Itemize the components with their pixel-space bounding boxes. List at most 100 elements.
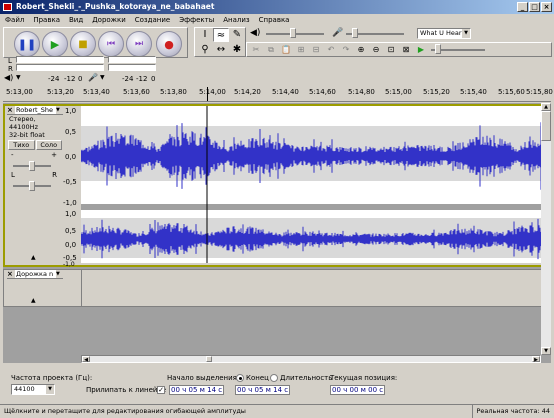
length-radio[interactable] — [270, 374, 278, 382]
play-button[interactable]: ▶ — [42, 31, 68, 57]
copy-icon[interactable]: ⧉ — [264, 43, 278, 56]
zoom-out-icon[interactable]: ⊖ — [369, 43, 383, 56]
gain-slider-thumb[interactable] — [29, 161, 35, 171]
skip-end-button[interactable]: ⏭ — [126, 31, 152, 57]
input-volume-thumb[interactable] — [352, 28, 358, 38]
menu-help[interactable]: Справка — [259, 14, 290, 26]
meter-out-l-label: L — [8, 57, 12, 65]
label-track-area[interactable] — [81, 270, 549, 306]
ruler-label: 5:13,40 — [83, 88, 110, 96]
play-speed-thumb[interactable] — [435, 43, 441, 54]
menu-analyze[interactable]: Анализ — [223, 14, 249, 26]
scale-label: -1,0 — [63, 261, 75, 268]
ruler-label: 5:14,60 — [309, 88, 336, 96]
pause-button[interactable]: ❚❚ — [14, 31, 40, 57]
meter-scale-c: 0 — [78, 75, 83, 83]
mute-button[interactable]: Тихо — [8, 140, 35, 150]
output-meter-l — [16, 56, 104, 63]
input-meter-l — [108, 56, 156, 63]
input-device-select[interactable]: What U Hear ▼ — [417, 28, 471, 39]
output-volume-thumb[interactable] — [290, 28, 296, 38]
multi-tool-icon[interactable]: ✱ — [229, 43, 245, 57]
fit-selection-icon[interactable]: ⊡ — [384, 43, 398, 56]
mic-meter-dropdown-icon[interactable]: ▼ — [100, 74, 105, 81]
selection-start-field[interactable]: 00 ч 05 м 14 с — [169, 385, 225, 395]
menu-file[interactable]: Файл — [5, 14, 24, 26]
vertical-scrollbar[interactable]: ▲ ▼ — [541, 103, 551, 355]
meter-scale-e: -12 — [136, 75, 148, 83]
audio-position-field[interactable]: 00 ч 00 м 00 с — [330, 385, 386, 395]
trim-icon[interactable]: ⊞ — [294, 43, 308, 56]
silence-icon[interactable]: ⊟ — [309, 43, 323, 56]
collapse-label-track-icon[interactable]: ▲ — [31, 297, 36, 304]
waveform-view[interactable] — [81, 106, 549, 263]
vertical-scroll-thumb[interactable] — [541, 111, 551, 141]
label-track-menu-chevron-icon[interactable]: ▼ — [56, 271, 63, 277]
scale-label: 0,5 — [65, 227, 77, 235]
gain-slider[interactable] — [7, 161, 63, 171]
track-name-button[interactable]: Robert_She — [15, 106, 56, 114]
close-button[interactable]: × — [541, 2, 552, 12]
minimize-button[interactable]: _ — [517, 2, 528, 12]
status-bar: Щёлкните и перетащите для редактирования… — [0, 404, 554, 418]
ruler-label: 5:15,20 — [423, 88, 450, 96]
end-radio[interactable] — [236, 374, 244, 382]
pan-right-label: R — [52, 171, 57, 179]
project-rate-select[interactable]: 44100 ▼ — [11, 384, 55, 395]
scale-label: 0,5 — [65, 128, 77, 136]
selection-end-field[interactable]: 00 ч 05 м 14 с — [235, 385, 291, 395]
zoom-in-icon[interactable]: ⊕ — [354, 43, 368, 56]
play-speed-slider[interactable] — [431, 43, 485, 54]
envelope-tool-icon[interactable]: ≈ — [213, 28, 229, 42]
horizontal-scrollbar[interactable]: ◀ ▶ — [81, 355, 541, 363]
pause-icon: ❚❚ — [17, 37, 37, 51]
pan-slider[interactable] — [7, 181, 63, 191]
label-track-name-button[interactable]: Дорожка n — [15, 270, 56, 278]
gain-minus-label: - — [11, 151, 14, 159]
snap-label: Прилипать к линейке — [86, 386, 167, 394]
timeline-ruler[interactable]: 5:13,00 5:13,20 5:13,40 5:13,60 5:13,80 … — [3, 87, 553, 102]
stop-button[interactable]: ■ — [70, 31, 96, 57]
timeshift-tool-icon[interactable]: ↔ — [213, 43, 229, 57]
amplitude-scale: 1,0 0,5 0,0 -0,5 -1,0 1,0 0,5 0,0 -0,5 -… — [63, 106, 81, 268]
ruler-label: 5:14,80 — [348, 88, 375, 96]
maximize-button[interactable]: □ — [529, 2, 540, 12]
menu-effects[interactable]: Эффекты — [179, 14, 214, 26]
draw-tool-icon[interactable]: ✎ — [229, 28, 245, 42]
scroll-down-icon[interactable]: ▼ — [541, 347, 551, 355]
skip-end-icon: ⏭ — [134, 39, 144, 49]
meter-dropdown-icon[interactable]: ▼ — [16, 74, 21, 81]
scroll-left-icon[interactable]: ◀ — [82, 356, 90, 363]
track-close-icon[interactable]: × — [7, 106, 15, 114]
selection-tool-icon[interactable]: I — [197, 28, 213, 42]
ruler-label: 5:14,20 — [234, 88, 261, 96]
play-at-speed-icon[interactable]: ▶ — [414, 43, 428, 56]
scroll-right-icon[interactable]: ▶ — [532, 356, 540, 363]
skip-start-button[interactable]: ⏮ — [98, 31, 124, 57]
horizontal-scroll-thumb[interactable] — [206, 356, 212, 362]
menu-edit[interactable]: Правка — [33, 14, 60, 26]
redo-icon[interactable]: ↷ — [339, 43, 353, 56]
pan-slider-thumb[interactable] — [29, 181, 35, 191]
menu-view[interactable]: Вид — [69, 14, 83, 26]
record-button[interactable]: ● — [156, 31, 182, 57]
paste-icon[interactable]: 📋 — [279, 43, 293, 56]
fit-project-icon[interactable]: ⊠ — [399, 43, 413, 56]
scale-label: 0,0 — [65, 153, 77, 161]
undo-icon[interactable]: ↶ — [324, 43, 338, 56]
solo-button[interactable]: Соло — [35, 140, 62, 150]
track-menu-chevron-icon[interactable]: ▼ — [56, 107, 63, 113]
cut-icon[interactable]: ✂ — [249, 43, 263, 56]
pan-left-label: L — [11, 171, 15, 179]
snap-checkbox[interactable]: ✓ — [157, 386, 165, 394]
label-track-close-icon[interactable]: × — [7, 270, 15, 278]
ruler-label: 5:15,80 — [526, 88, 553, 96]
meter-scale-d: -24 — [122, 75, 134, 83]
menu-tracks[interactable]: Дорожки — [92, 14, 126, 26]
zoom-tool-icon[interactable]: ⚲ — [197, 43, 213, 57]
menu-generate[interactable]: Создание — [135, 14, 170, 26]
output-meter-r — [16, 64, 104, 71]
ruler-label: 5:14,00 — [199, 88, 226, 96]
scroll-up-icon[interactable]: ▲ — [541, 103, 551, 111]
collapse-track-icon[interactable]: ▲ — [31, 254, 36, 261]
